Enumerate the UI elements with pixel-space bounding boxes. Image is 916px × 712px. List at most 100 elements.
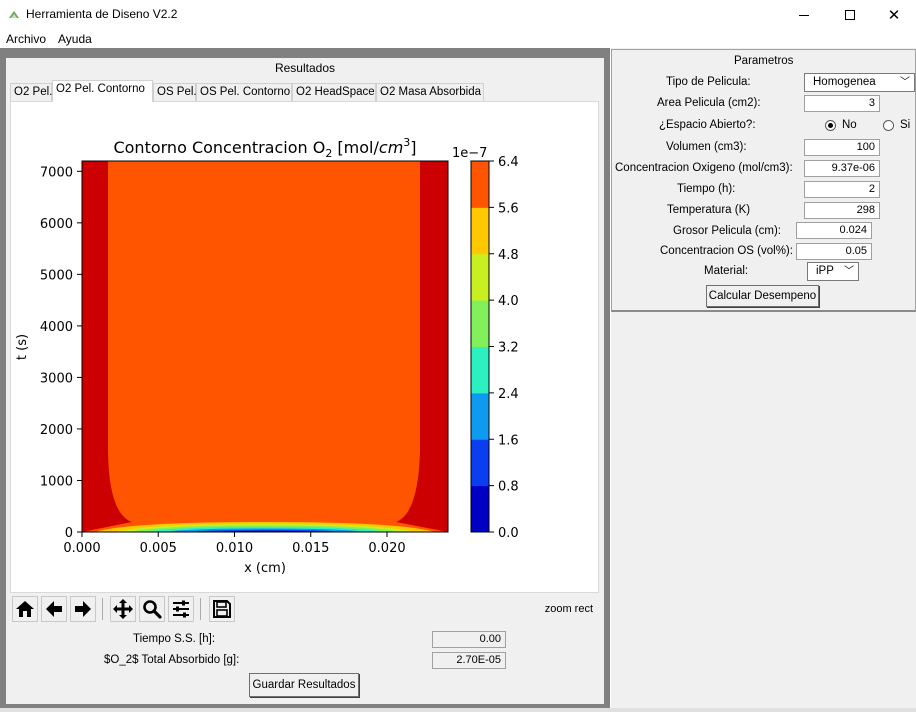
y-axis-ticks: 0 1000 2000 3000 4000 5000 6000 7000 — [40, 165, 82, 541]
y-tick-label: 2000 — [40, 423, 73, 438]
area-label: Area Pelicula (cm2): — [657, 97, 761, 109]
calculate-button[interactable]: Calcular Desempeno — [706, 285, 819, 307]
radio-no[interactable] — [825, 120, 836, 131]
thickness-field[interactable]: 0.024 — [796, 222, 872, 239]
os-conc-label: Concentracion OS (vol%): — [660, 245, 793, 257]
time-label: Tiempo (h): — [677, 183, 736, 195]
colorbar-segment — [471, 300, 489, 347]
colorbar-segment — [471, 392, 489, 440]
window-title: Herramienta de Diseno V2.2 — [26, 7, 178, 21]
pan-icon — [113, 599, 133, 619]
maximize-icon — [845, 10, 855, 20]
toolbar-separator — [200, 598, 201, 620]
area-field[interactable]: 3 — [804, 95, 880, 112]
x-tick-label: 0.000 — [63, 541, 100, 556]
contour-fill — [82, 161, 448, 532]
toolbar-mode-label: zoom rect — [544, 603, 593, 615]
back-icon — [46, 601, 62, 617]
title-bar: Herramienta de Diseno V2.2 ✕ — [0, 0, 916, 30]
absorbed-value: 2.70E-05 — [432, 652, 506, 669]
film-type-value: Homogenea — [813, 76, 876, 88]
colorbar-tick-label: 4.8 — [498, 248, 519, 263]
maximize-button[interactable] — [827, 0, 873, 30]
tab-o2-headspace[interactable]: O2 HeadSpace — [292, 83, 376, 102]
forward-icon — [75, 601, 91, 617]
open-space-label: ¿Espacio Abierto?: — [659, 119, 756, 131]
home-button[interactable] — [12, 596, 38, 622]
radio-si[interactable] — [883, 120, 894, 131]
y-tick-label: 0 — [65, 526, 73, 541]
colorbar-offset-label: 1e−7 — [452, 146, 487, 161]
chart-title: Contorno Concentracion O2 [mol/cm3] — [113, 136, 416, 160]
forward-button[interactable] — [70, 596, 96, 622]
tab-o2-masa-absorbida[interactable]: O2 Masa Absorbida — [376, 83, 484, 102]
x-axis-label: x (cm) — [244, 561, 286, 576]
zoom-button[interactable] — [139, 596, 165, 622]
save-results-button[interactable]: Guardar Resultados — [249, 673, 359, 697]
absorbed-label: $O_2$ Total Absorbido [g]: — [104, 654, 240, 666]
os-conc-field[interactable]: 0.05 — [796, 243, 872, 260]
save-icon — [213, 600, 231, 618]
configure-subplots-button[interactable] — [168, 596, 194, 622]
minimize-button[interactable] — [781, 0, 827, 30]
y-axis-label: t (s) — [15, 334, 30, 360]
temperature-field[interactable]: 298 — [804, 202, 880, 219]
colorbar-tick-label: 1.6 — [498, 433, 519, 448]
time-field[interactable]: 2 — [804, 181, 880, 198]
results-title: Resultados — [274, 61, 336, 75]
tab-os-pel-contorno[interactable]: OS Pel. Contorno — [196, 83, 292, 102]
temperature-label: Temperatura (K) — [667, 204, 751, 216]
thickness-label: Grosor Pelicula (cm): — [673, 225, 781, 237]
colorbar-segment — [471, 485, 489, 533]
y-tick-label: 6000 — [40, 217, 73, 232]
app-icon — [9, 11, 19, 18]
save-figure-button[interactable] — [209, 596, 235, 622]
x-tick-label: 0.015 — [292, 541, 329, 556]
colorbar-segment — [471, 161, 489, 208]
tab-os-pel[interactable]: OS Pel. — [153, 83, 197, 102]
colorbar-tick-label: 6.4 — [498, 155, 519, 170]
volume-field[interactable]: 100 — [804, 139, 880, 156]
home-icon — [16, 601, 34, 617]
menu-archivo[interactable]: Archivo — [6, 32, 46, 46]
minimize-icon — [799, 14, 809, 16]
contour-chart: Contorno Concentracion O2 [mol/cm3] 0.00… — [15, 136, 519, 576]
window-bottom-edge — [0, 708, 916, 712]
x-axis-ticks: 0.000 0.005 0.010 0.015 0.020 — [63, 532, 406, 556]
close-button[interactable]: ✕ — [871, 0, 916, 30]
material-select[interactable]: iPP ﹀ — [807, 262, 859, 281]
volume-label: Volumen (cm3): — [666, 141, 747, 153]
colorbar-segment — [471, 346, 489, 394]
radio-no-label: No — [842, 119, 857, 131]
x-tick-label: 0.020 — [368, 541, 405, 556]
y-tick-label: 3000 — [40, 371, 73, 386]
tab-o2-pel-contorno[interactable]: O2 Pel. Contorno — [52, 80, 153, 102]
chevron-down-icon: ﹀ — [900, 77, 910, 88]
toolbar-separator — [102, 598, 103, 620]
pan-button[interactable] — [110, 596, 136, 622]
colorbar-segment — [471, 207, 489, 255]
colorbar-tick-label: 0.8 — [498, 480, 519, 495]
film-type-select[interactable]: Homogenea ﹀ — [804, 73, 915, 92]
colorbar-segment — [471, 439, 489, 487]
contour-band-main — [82, 161, 448, 532]
colorbar-tick-label: 4.0 — [498, 294, 519, 309]
parameters-title: Parametros — [734, 55, 794, 67]
plot-toolbar: zoom rect — [10, 594, 599, 626]
oxygen-conc-field[interactable]: 9.37e-06 — [804, 160, 880, 177]
configure-subplots-icon — [173, 600, 189, 618]
tab-o2-pel[interactable]: O2 Pel. — [10, 83, 52, 102]
ss-time-value: 0.00 — [432, 631, 506, 648]
radio-si-label: Si — [900, 119, 911, 131]
colorbar-segment — [471, 253, 489, 301]
material-value: iPP — [816, 265, 834, 277]
x-tick-label: 0.005 — [140, 541, 177, 556]
material-label: Material: — [704, 265, 749, 277]
chevron-down-icon: ﹀ — [844, 266, 854, 277]
colorbar-tick-label: 3.2 — [498, 341, 519, 356]
back-button[interactable] — [41, 596, 67, 622]
y-tick-label: 1000 — [40, 474, 73, 489]
y-tick-label: 4000 — [40, 320, 73, 335]
colorbar-tick-label: 5.6 — [498, 201, 519, 216]
menu-ayuda[interactable]: Ayuda — [58, 32, 92, 46]
